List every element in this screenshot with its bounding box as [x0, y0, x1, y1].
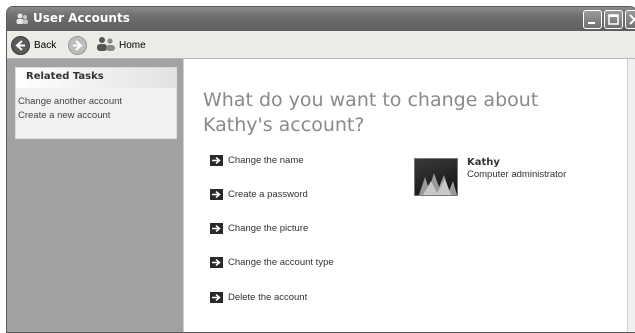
main-content: What do you want to change about Kathy's… [184, 59, 627, 332]
related-tasks-title: Related Tasks [16, 68, 176, 88]
back-button[interactable]: Back [11, 35, 56, 55]
change-account-type-label: Change the account type [228, 256, 334, 268]
user-accounts-icon [15, 11, 29, 25]
back-arrow-icon [11, 35, 30, 55]
close-button[interactable] [625, 10, 635, 29]
delete-account-label: Delete the account [228, 291, 308, 303]
create-password-label: Create a password [228, 188, 308, 200]
arrow-right-icon [210, 256, 223, 268]
title-bar[interactable]: User Accounts [7, 7, 635, 31]
minimize-icon [588, 22, 595, 24]
forward-arrow-icon [68, 35, 87, 55]
minimize-button[interactable] [583, 10, 602, 29]
user-accounts-window: User Accounts Back Home Related Tasks Ch… [6, 6, 635, 333]
arrow-right-icon [210, 154, 223, 166]
task-sidebar: Related Tasks Change another account Cre… [7, 59, 183, 332]
change-name-link[interactable]: Change the name [210, 153, 304, 167]
users-home-icon [96, 36, 116, 55]
user-name: Kathy [467, 157, 500, 168]
home-button[interactable]: Home [96, 35, 146, 55]
forward-button[interactable] [68, 35, 87, 55]
navigation-toolbar: Back Home [7, 31, 635, 59]
maximize-button[interactable] [604, 10, 623, 29]
create-new-account-link[interactable]: Create a new account [18, 110, 110, 121]
user-picture [414, 158, 458, 196]
create-password-link[interactable]: Create a password [210, 187, 308, 201]
arrow-right-icon [210, 291, 223, 303]
window-title: User Accounts [33, 11, 130, 25]
related-tasks-panel: Related Tasks Change another account Cre… [15, 67, 177, 139]
change-name-label: Change the name [228, 154, 304, 166]
back-label: Back [34, 39, 57, 51]
user-role: Computer administrator [467, 169, 567, 180]
change-account-type-link[interactable]: Change the account type [210, 255, 334, 269]
change-picture-link[interactable]: Change the picture [210, 221, 308, 235]
close-icon [629, 14, 635, 25]
delete-account-link[interactable]: Delete the account [210, 290, 307, 304]
arrow-right-icon [210, 222, 223, 234]
change-another-account-link[interactable]: Change another account [18, 96, 122, 107]
arrow-right-icon [210, 188, 223, 200]
page-title: What do you want to change about Kathy's… [203, 89, 539, 136]
vertical-scrollbar[interactable] [627, 59, 635, 332]
change-picture-label: Change the picture [228, 222, 309, 234]
maximize-icon [608, 14, 619, 25]
home-label: Home [119, 39, 146, 51]
